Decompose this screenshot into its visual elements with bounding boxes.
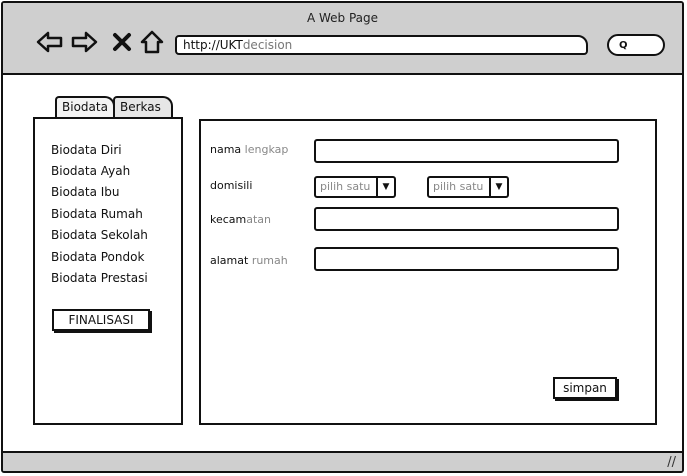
status-bar: //: [3, 451, 682, 471]
domisili-select-1-value: pilih satu: [320, 180, 371, 193]
tab-biodata-label: Biodata: [62, 100, 108, 114]
domisili-select-2-value: pilih satu: [433, 180, 484, 193]
nama-label-part1: nama: [210, 143, 245, 156]
alamat-rumah-input[interactable]: [314, 247, 619, 271]
back-arrow-icon[interactable]: [35, 27, 65, 57]
chevron-down-icon: ▼: [376, 178, 394, 196]
resize-handle-icon[interactable]: //: [667, 455, 676, 470]
sidebar-item-biodata-diri[interactable]: Biodata Diri: [51, 143, 122, 157]
url-text: http://UKT: [183, 38, 243, 52]
kecamatan-label: kecamatan: [210, 213, 271, 226]
search-box[interactable]: Q: [607, 34, 665, 56]
alamat-rumah-label: alamat rumah: [210, 254, 288, 267]
tab-berkas-label: Berkas: [120, 100, 161, 114]
window-title: A Web Page: [306, 11, 379, 25]
tab-biodata[interactable]: Biodata: [55, 96, 115, 118]
kecamatan-label-part1: kecam: [210, 213, 247, 226]
tab-berkas[interactable]: Berkas: [113, 96, 173, 118]
kecamatan-input[interactable]: [314, 207, 619, 231]
nama-lengkap-label: nama lengkap: [210, 143, 288, 156]
sidebar-panel: Biodata Diri Biodata Ayah Biodata Ibu Bi…: [33, 117, 183, 425]
sidebar-item-biodata-prestasi[interactable]: Biodata Prestasi: [51, 271, 148, 285]
kecamatan-label-part2: atan: [246, 213, 272, 226]
sidebar-item-biodata-sekolah[interactable]: Biodata Sekolah: [51, 228, 148, 242]
browser-toolbar: A Web Page http://UKTdecision Q: [3, 3, 682, 75]
sidebar-item-biodata-pondok[interactable]: Biodata Pondok: [51, 250, 144, 264]
close-icon[interactable]: [107, 27, 137, 57]
nama-label-part2: lengkap: [244, 143, 289, 156]
finalisasi-button[interactable]: FINALISASI: [52, 309, 150, 331]
alamat-label-part1: alamat: [210, 254, 252, 267]
chevron-down-icon: ▼: [489, 178, 507, 196]
domisili-select-2[interactable]: pilih satu ▼: [427, 176, 509, 198]
domisili-label: domisili: [210, 179, 253, 192]
sidebar-item-biodata-ayah[interactable]: Biodata Ayah: [51, 164, 130, 178]
alamat-label-part2: rumah: [251, 254, 288, 267]
browser-window: A Web Page http://UKTdecision Q Biodata …: [1, 1, 684, 473]
domisili-select-1[interactable]: pilih satu ▼: [314, 176, 396, 198]
nama-lengkap-input[interactable]: [314, 139, 619, 163]
sidebar-item-biodata-rumah[interactable]: Biodata Rumah: [51, 207, 143, 221]
url-bar[interactable]: http://UKTdecision: [175, 35, 588, 55]
sidebar-item-biodata-ibu[interactable]: Biodata Ibu: [51, 185, 120, 199]
url-text-dim: decision: [242, 38, 293, 52]
form-panel: nama lengkap domisili pilih satu ▼ pilih…: [199, 119, 657, 425]
simpan-button[interactable]: simpan: [553, 377, 617, 399]
search-icon: Q: [619, 40, 628, 51]
home-icon[interactable]: [137, 27, 167, 57]
forward-arrow-icon[interactable]: [69, 27, 99, 57]
